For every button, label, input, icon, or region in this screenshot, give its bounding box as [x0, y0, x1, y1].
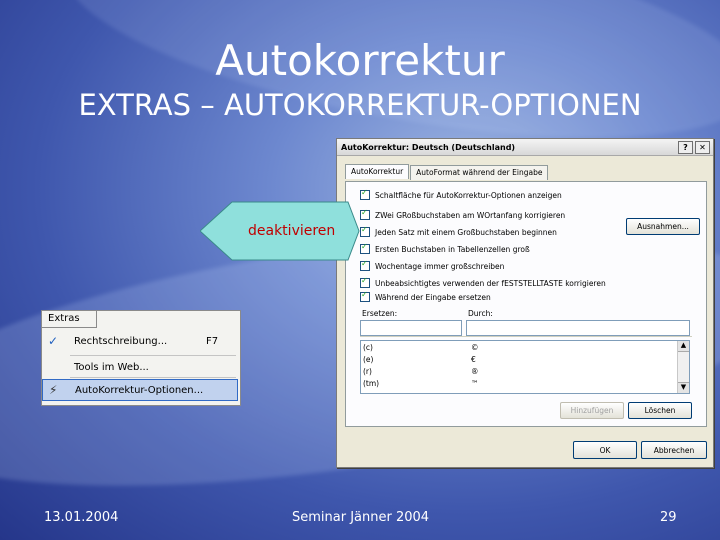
replace-input[interactable]	[360, 320, 462, 336]
option-label: Unbeabsichtigtes verwenden der fESTSTELL…	[375, 278, 606, 288]
option-weekdays[interactable]: Wochentage immer großschreiben	[360, 259, 505, 271]
option-two-initial-caps[interactable]: ZWei GRoßbuchstaben am WOrtanfang korrig…	[360, 208, 566, 220]
callout-label: deaktivieren	[248, 223, 336, 239]
menu-separator	[70, 377, 236, 378]
checkbox[interactable]	[360, 276, 370, 288]
menu-item-tools-web[interactable]: Tools im Web...	[42, 357, 238, 377]
footer-date: 13.01.2004	[44, 510, 119, 525]
replace-group-line	[360, 336, 692, 337]
list-item[interactable]: (c) ©	[363, 343, 479, 352]
ok-button[interactable]: OK	[573, 441, 637, 459]
exceptions-button[interactable]: Ausnahmen...	[626, 218, 700, 235]
replace-label: Ersetzen:	[362, 309, 398, 318]
slide-subtitle: EXTRAS – AUTOKORREKTUR-OPTIONEN	[78, 88, 642, 122]
checkbox[interactable]	[360, 208, 370, 220]
help-button[interactable]: ?	[678, 140, 693, 154]
delete-button[interactable]: Löschen	[628, 402, 692, 419]
option-label: Ersten Buchstaben in Tabellenzellen groß	[375, 244, 530, 254]
list-item[interactable]: (r) ®	[363, 367, 479, 376]
menu-header-extras[interactable]: Extras	[41, 310, 97, 328]
option-show-buttons[interactable]: Schaltfläche für AutoKorrektur-Optionen …	[360, 188, 562, 200]
checkbox[interactable]	[360, 242, 370, 254]
cancel-button[interactable]: Abbrechen	[641, 441, 707, 459]
extras-menu: Extras ✓ Rechtschreibung... F7 Tools im …	[41, 310, 241, 406]
dialog-titlebar: AutoKorrektur: Deutsch (Deutschland) ? ✕	[337, 139, 713, 156]
footer-page-number: 29	[660, 510, 677, 525]
option-replace-as-you-type[interactable]: Während der Eingabe ersetzen	[360, 290, 495, 302]
add-button[interactable]: Hinzufügen	[560, 402, 624, 419]
list-item[interactable]: (tm) ™	[363, 379, 479, 388]
list-item[interactable]: (e) €	[363, 355, 476, 364]
option-capitalize-sentences[interactable]: Jeden Satz mit einem Großbuchstaben begi…	[360, 225, 557, 237]
with-label: Durch:	[468, 309, 493, 318]
option-label: Jeden Satz mit einem Großbuchstaben begi…	[375, 227, 557, 237]
menu-item-autocorrect-options[interactable]: ⚡ AutoKorrektur-Optionen...	[42, 379, 238, 401]
footer-event: Seminar Jänner 2004	[292, 510, 430, 525]
autocorrect-icon: ⚡	[49, 383, 58, 397]
checkbox[interactable]	[360, 188, 370, 200]
dialog-tabs: AutoKorrektur AutoFormat während der Ein…	[345, 164, 549, 180]
autocorrect-panel: Schaltfläche für AutoKorrektur-Optionen …	[345, 181, 707, 427]
tab-autoformat[interactable]: AutoFormat während der Eingabe	[410, 165, 549, 180]
option-label: Schaltfläche für AutoKorrektur-Optionen …	[375, 190, 562, 200]
scroll-down-icon[interactable]: ▼	[678, 382, 689, 393]
tab-autokorrektur[interactable]: AutoKorrektur	[345, 164, 410, 179]
menu-item-spelling[interactable]: ✓ Rechtschreibung... F7	[42, 331, 238, 351]
dialog-title: AutoKorrektur: Deutsch (Deutschland)	[341, 142, 516, 152]
with-input[interactable]	[466, 320, 690, 336]
checkbox[interactable]	[360, 290, 370, 302]
scroll-up-icon[interactable]: ▲	[678, 341, 689, 352]
close-button[interactable]: ✕	[695, 140, 710, 154]
option-caps-lock[interactable]: Unbeabsichtigtes verwenden der fESTSTELL…	[360, 276, 606, 288]
autocorrect-dialog: AutoKorrektur: Deutsch (Deutschland) ? ✕…	[336, 138, 714, 468]
menu-separator	[70, 355, 236, 356]
replacement-list[interactable]: (c) © (e) € (r) ® (tm) ™ ▲ ▼	[360, 340, 690, 394]
checkbox[interactable]	[360, 259, 370, 271]
option-table-cells[interactable]: Ersten Buchstaben in Tabellenzellen groß	[360, 242, 530, 254]
list-scrollbar[interactable]: ▲ ▼	[677, 341, 689, 393]
option-label: Wochentage immer großschreiben	[375, 261, 505, 271]
option-label: ZWei GRoßbuchstaben am WOrtanfang korrig…	[375, 210, 566, 220]
slide-title: Autokorrektur	[215, 36, 505, 85]
spellcheck-icon: ✓	[48, 334, 59, 348]
checkbox[interactable]	[360, 225, 370, 237]
option-label: Während der Eingabe ersetzen	[375, 292, 491, 302]
